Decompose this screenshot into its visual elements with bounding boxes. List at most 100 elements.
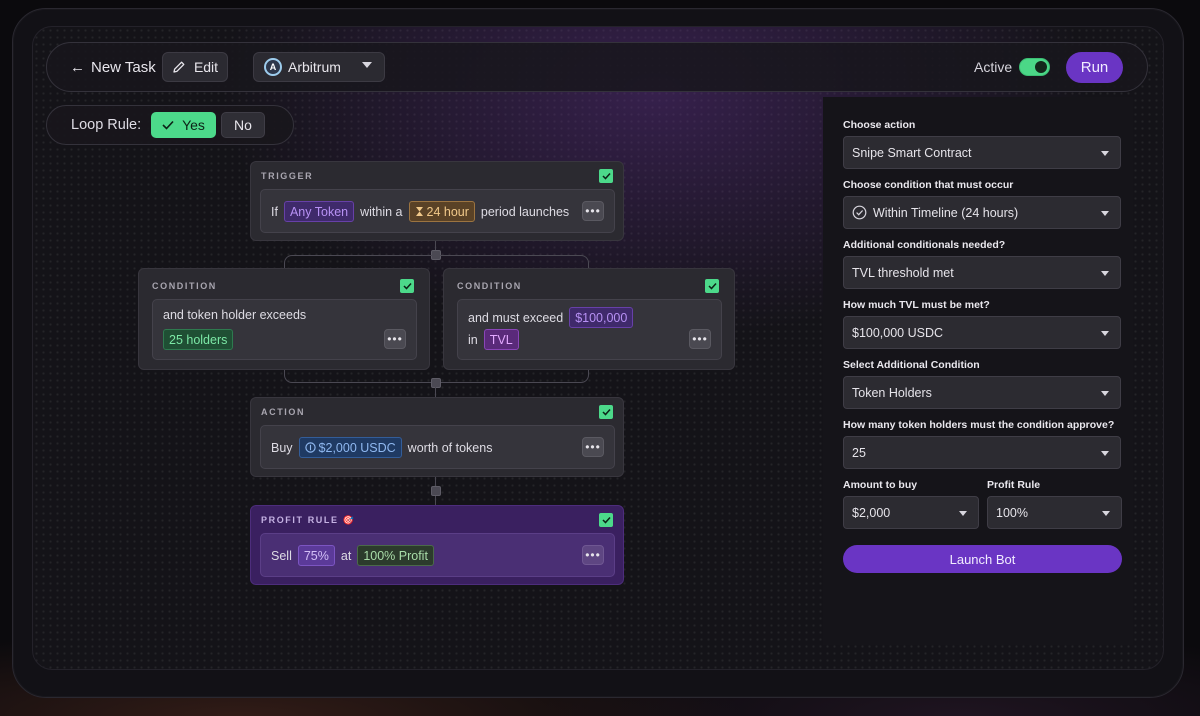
sell-percent-token[interactable]: 75% <box>297 545 335 566</box>
condition-select[interactable]: Within Timeline (24 hours) <box>843 196 1121 229</box>
check-icon <box>402 282 412 290</box>
tvl-select[interactable]: $100,000 USDC <box>843 316 1121 349</box>
flow-node <box>431 486 441 496</box>
card-title: CONDITION <box>152 281 217 291</box>
active-label: Active <box>974 59 1013 75</box>
holders-token[interactable]: 25 holders <box>163 329 234 350</box>
metric-token[interactable]: TVL <box>483 329 519 350</box>
amount-value: $2,000 USDC <box>318 440 396 455</box>
action-card[interactable]: ACTION Buy $2,000 USDC worth of tokens •… <box>250 397 624 477</box>
back-button[interactable]: ← New Task <box>70 55 156 79</box>
flow-connector <box>435 383 436 398</box>
period-token[interactable]: 24 hour <box>408 201 475 222</box>
edit-button-label: Edit <box>193 59 219 75</box>
enabled-checkbox[interactable] <box>705 279 719 293</box>
holders-select[interactable]: 25 <box>843 436 1121 469</box>
action-select[interactable]: Snipe Smart Contract <box>843 136 1121 169</box>
chevron-down-icon <box>1101 151 1109 156</box>
holders-select-value: 25 <box>852 445 866 460</box>
check-icon <box>601 516 611 524</box>
chevron-down-icon <box>1101 331 1109 336</box>
select-condition-field-label: Select Additional Condition <box>843 359 980 371</box>
check-icon <box>162 120 174 130</box>
run-button[interactable]: Run <box>1066 52 1123 83</box>
condition-card-holders[interactable]: CONDITION and token holder exceeds 25 ho… <box>138 268 430 370</box>
active-toggle[interactable] <box>1019 58 1050 76</box>
more-icon[interactable]: ••• <box>384 329 406 349</box>
enabled-checkbox[interactable] <box>599 169 613 183</box>
usdc-icon <box>304 442 316 453</box>
condition-field-label: Choose condition that must occur <box>843 179 1014 191</box>
rule-text: Buy <box>271 440 293 455</box>
chevron-down-icon <box>1101 451 1109 456</box>
amount-field-label: Amount to buy <box>843 479 918 491</box>
pencil-icon <box>173 61 185 73</box>
enabled-checkbox[interactable] <box>400 279 414 293</box>
card-title: PROFIT RULE 🎯 <box>261 515 356 526</box>
loop-yes-button[interactable]: Yes <box>151 112 216 138</box>
card-title: ACTION <box>261 407 306 417</box>
check-icon <box>601 408 611 416</box>
additional-field-label: Additional conditionals needed? <box>843 239 1006 251</box>
condition-select-value: Within Timeline (24 hours) <box>873 205 1019 220</box>
check-icon <box>707 282 717 290</box>
enabled-checkbox[interactable] <box>599 405 613 419</box>
profit-field-label: Profit Rule <box>987 479 1041 491</box>
condition-bracket-top <box>284 255 589 269</box>
enabled-checkbox[interactable] <box>599 513 613 527</box>
additional-select[interactable]: TVL threshold met <box>843 256 1121 289</box>
condition-card-tvl[interactable]: CONDITION and must exceed $100,000 in TV… <box>443 268 735 370</box>
chain-select-value: Arbitrum <box>288 59 341 75</box>
select-condition-select[interactable]: Token Holders <box>843 376 1121 409</box>
rule-text: and must exceed <box>468 310 564 325</box>
select-condition-value: Token Holders <box>852 385 932 400</box>
more-icon[interactable]: ••• <box>582 437 604 457</box>
amount-select-value: $2,000 <box>852 505 891 520</box>
profit-target-token[interactable]: 100% Profit <box>357 545 434 566</box>
clock-check-icon <box>852 205 867 220</box>
edit-button[interactable]: Edit <box>162 52 228 82</box>
condition-rule: and must exceed $100,000 in TVL ••• <box>457 299 722 360</box>
chevron-down-icon <box>1102 511 1110 516</box>
chevron-down-icon <box>1101 271 1109 276</box>
card-title: CONDITION <box>457 281 522 291</box>
more-icon[interactable]: ••• <box>689 329 711 349</box>
back-arrow-icon: ← <box>70 58 85 76</box>
profit-select[interactable]: 100% <box>987 496 1122 529</box>
rule-text: at <box>340 548 352 563</box>
rule-text: Sell <box>271 548 292 563</box>
target-icon: 🎯 <box>342 515 356 525</box>
toggle-knob <box>1035 61 1047 73</box>
amount-select[interactable]: $2,000 <box>843 496 979 529</box>
more-icon[interactable]: ••• <box>582 201 604 221</box>
arbitrum-logo-icon: A <box>264 58 282 76</box>
flow-node <box>431 378 441 388</box>
token-token[interactable]: Any Token <box>283 201 355 222</box>
tvl-select-value: $100,000 USDC <box>852 325 944 340</box>
card-title: TRIGGER <box>261 171 314 181</box>
chevron-down-icon <box>1101 391 1109 396</box>
rule-text: and token holder exceeds <box>163 308 307 322</box>
trigger-card[interactable]: TRIGGER If Any Token within a 24 hour pe… <box>250 161 624 241</box>
tvl-amount-token[interactable]: $100,000 <box>569 307 634 328</box>
rule-text: in <box>468 332 478 347</box>
chain-select[interactable]: A Arbitrum <box>253 52 385 82</box>
loop-rule-label: Loop Rule: <box>71 117 142 133</box>
condition-rule: and token holder exceeds 25 holders ••• <box>152 299 417 360</box>
launch-bot-button[interactable]: Launch Bot <box>843 545 1122 573</box>
more-icon[interactable]: ••• <box>582 545 604 565</box>
action-field-label: Choose action <box>843 119 916 131</box>
rule-text: period launches <box>480 204 570 219</box>
holders-field-label: How many token holders must the conditio… <box>843 419 1115 431</box>
profit-rule: Sell 75% at 100% Profit ••• <box>260 533 615 577</box>
rule-text: worth of tokens <box>407 440 493 455</box>
trigger-rule: If Any Token within a 24 hour period lau… <box>260 189 615 233</box>
amount-token[interactable]: $2,000 USDC <box>298 437 402 458</box>
rule-text: If <box>271 204 278 219</box>
profit-rule-card[interactable]: PROFIT RULE 🎯 Sell 75% at 100% Profit ••… <box>250 505 624 585</box>
profit-select-value: 100% <box>996 505 1028 520</box>
card-title-text: PROFIT RULE <box>261 515 339 525</box>
loop-no-button[interactable]: No <box>221 112 265 138</box>
action-rule: Buy $2,000 USDC worth of tokens ••• <box>260 425 615 469</box>
period-value: 24 hour <box>426 204 469 219</box>
